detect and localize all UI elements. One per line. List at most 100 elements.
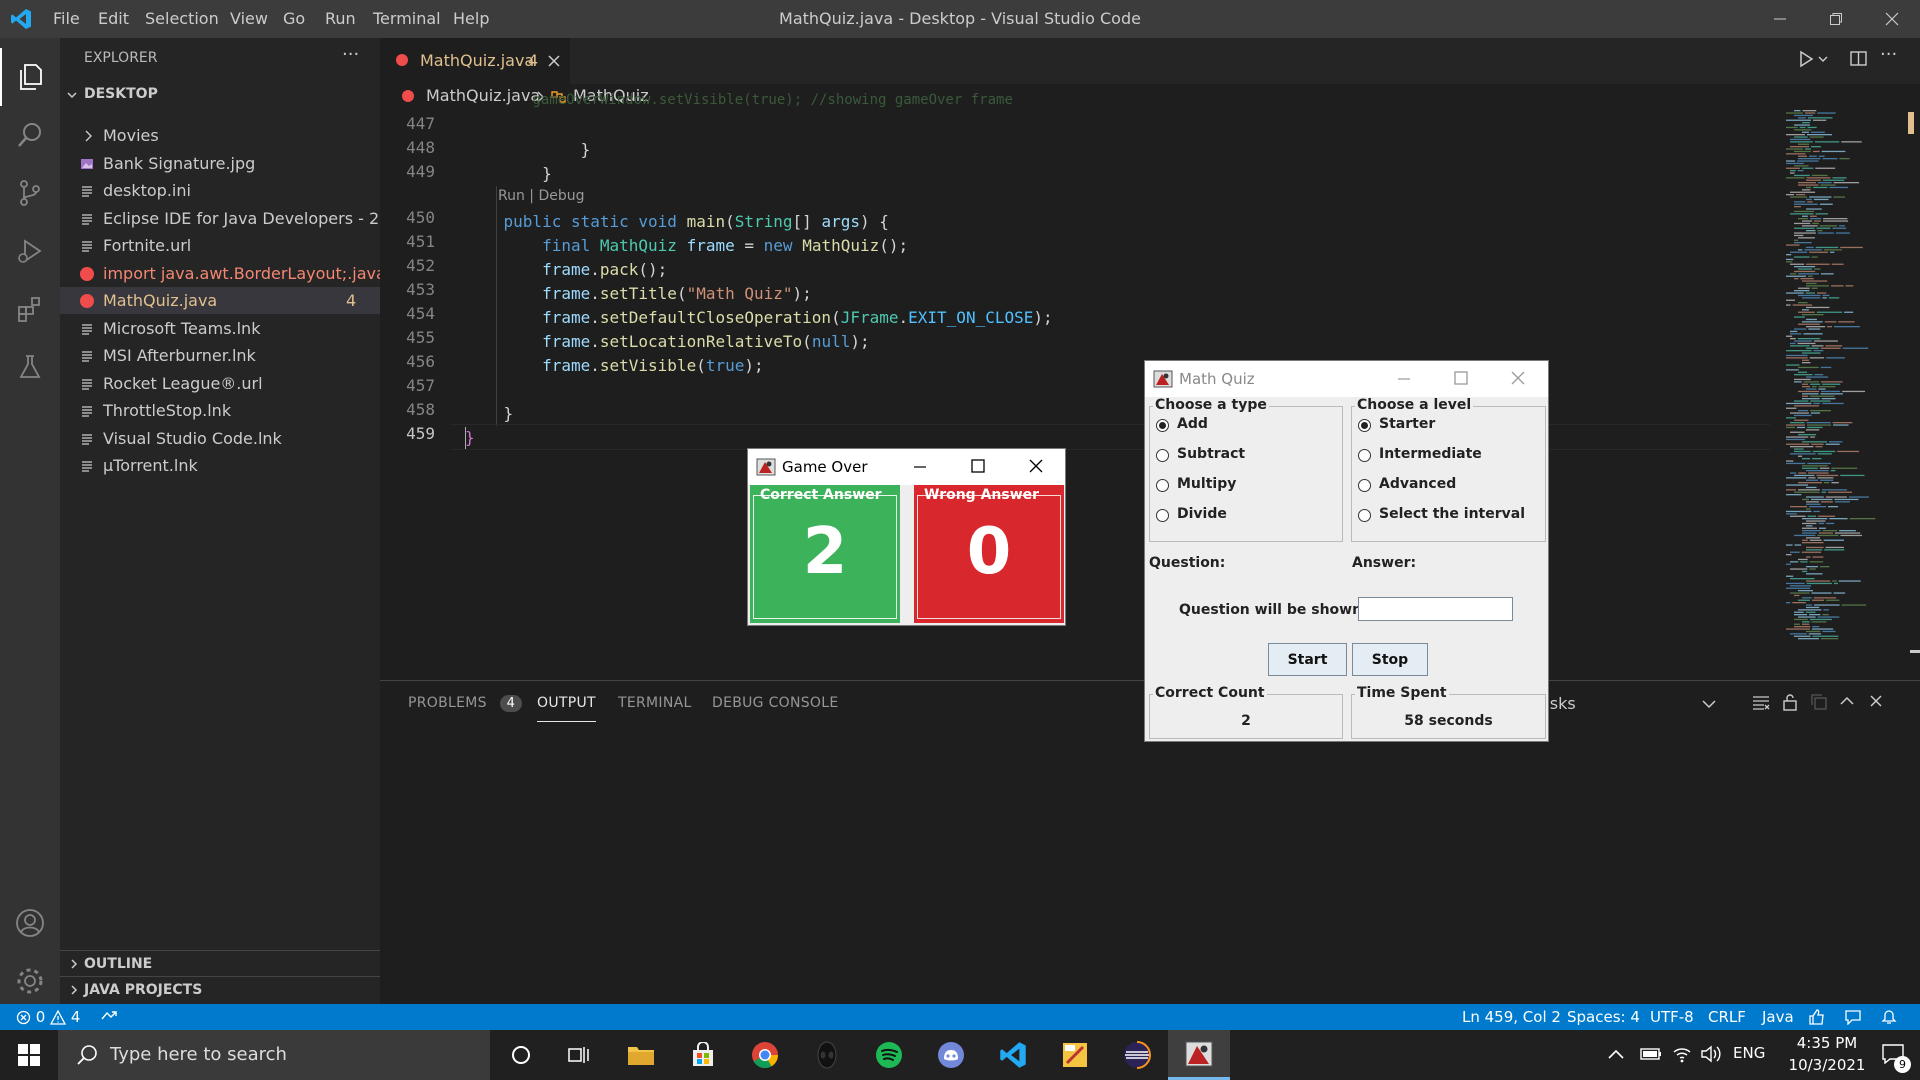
alienware-icon[interactable] [796, 1030, 858, 1080]
file-item[interactable]: Microsoft Teams.lnk [60, 315, 380, 342]
search-icon[interactable] [0, 106, 60, 164]
vscode-taskbar-icon[interactable] [982, 1030, 1044, 1080]
java-projects-section[interactable]: JAVA PROJECTS [60, 976, 380, 1002]
tab-output[interactable]: OUTPUT [537, 695, 596, 722]
maximize-icon[interactable] [1454, 371, 1468, 385]
type-radio[interactable] [1156, 479, 1169, 492]
stop-button[interactable]: Stop [1352, 643, 1428, 676]
lock-icon[interactable] [1782, 693, 1798, 711]
file-item[interactable]: µTorrent.lnk [60, 452, 380, 479]
level-radio[interactable] [1358, 449, 1371, 462]
vscode-logo-icon[interactable] [10, 8, 32, 30]
type-option-label[interactable]: Divide [1177, 506, 1227, 522]
tab-problems[interactable]: PROBLEMS 4 [408, 695, 523, 725]
live-share-icon[interactable] [100, 1009, 118, 1025]
level-radio[interactable] [1358, 479, 1371, 492]
close-panel-icon[interactable] [1870, 695, 1882, 707]
file-item[interactable]: Eclipse IDE for Java Developers - 202... [60, 205, 380, 232]
notifications-bell-icon[interactable] [1880, 1009, 1898, 1025]
maximize-icon[interactable] [971, 459, 985, 473]
sticky-app-icon[interactable] [1044, 1030, 1106, 1080]
start-button[interactable]: Start [1268, 643, 1347, 676]
restore-button[interactable] [1808, 0, 1864, 38]
battery-icon[interactable] [1640, 1046, 1662, 1062]
level-option-label[interactable]: Starter [1379, 416, 1435, 432]
close-tab-icon[interactable] [548, 55, 560, 67]
cortana-icon[interactable] [490, 1030, 552, 1080]
run-debug-icon[interactable] [0, 222, 60, 280]
encoding-status[interactable]: UTF-8 [1650, 1004, 1694, 1030]
type-option-label[interactable]: Subtract [1177, 446, 1245, 462]
type-option-label[interactable]: Multipy [1177, 476, 1236, 492]
notification-center-button[interactable]: 9 [1870, 1030, 1920, 1080]
minimap[interactable] [1780, 110, 1920, 680]
maximize-panel-icon[interactable] [1840, 695, 1854, 707]
eol-status[interactable]: CRLF [1708, 1004, 1746, 1030]
menu-help[interactable]: Help [445, 0, 497, 38]
file-item[interactable]: Rocket League®.url [60, 370, 380, 397]
file-item[interactable]: Fortnite.url [60, 232, 380, 259]
codelens-run-debug[interactable]: Run | Debug [498, 188, 585, 204]
file-item[interactable]: Bank Signature.jpg [60, 150, 380, 177]
problems-status[interactable]: 0 4 [16, 1004, 80, 1030]
minimize-button[interactable] [1752, 0, 1808, 38]
clock-date[interactable]: 10/3/2021 [1784, 1056, 1870, 1074]
file-item[interactable]: MSI Afterburner.lnk [60, 342, 380, 369]
menu-selection[interactable]: Selection [137, 0, 227, 38]
level-radio[interactable] [1358, 509, 1371, 522]
menu-run[interactable]: Run [317, 0, 364, 38]
menu-edit[interactable]: Edit [90, 0, 137, 38]
clear-output-icon[interactable] [1752, 695, 1770, 711]
close-window-button[interactable] [1864, 0, 1920, 38]
tab-terminal[interactable]: TERMINAL [618, 695, 692, 725]
type-radio[interactable] [1156, 509, 1169, 522]
level-option-label[interactable]: Select the interval [1379, 506, 1525, 522]
indentation-status[interactable]: Spaces: 4 [1567, 1004, 1640, 1030]
testing-icon[interactable] [0, 338, 60, 396]
close-icon[interactable] [1029, 459, 1043, 473]
task-view-icon[interactable] [548, 1030, 610, 1080]
menu-file[interactable]: File [45, 0, 88, 38]
file-item[interactable]: import java.awt.BorderLayout;.java [60, 260, 380, 287]
discord-icon[interactable] [920, 1030, 982, 1080]
answer-input[interactable] [1358, 597, 1513, 621]
file-item[interactable]: ThrottleStop.lnk [60, 397, 380, 424]
file-item[interactable]: Visual Studio Code.lnk [60, 425, 380, 452]
split-editor-icon[interactable] [1850, 50, 1868, 68]
feedback-icon[interactable] [1844, 1009, 1862, 1025]
file-item[interactable]: desktop.ini [60, 177, 380, 204]
type-radio[interactable] [1156, 419, 1169, 432]
java-app-taskbar-icon[interactable] [1168, 1030, 1230, 1080]
level-radio[interactable] [1358, 419, 1371, 432]
minimize-icon[interactable] [1397, 374, 1411, 384]
file-item[interactable]: Movies [60, 122, 380, 149]
wifi-icon[interactable] [1672, 1044, 1692, 1064]
run-dropdown-icon[interactable] [1818, 56, 1828, 64]
input-language[interactable]: ENG [1733, 1044, 1765, 1062]
type-option-label[interactable]: Add [1177, 416, 1208, 432]
minimize-icon[interactable] [913, 462, 927, 472]
outline-section[interactable]: OUTLINE [60, 950, 380, 976]
explorer-icon[interactable] [0, 48, 60, 106]
minimap-slider[interactable] [1910, 650, 1920, 653]
file-item[interactable]: MathQuiz.java 4 [60, 287, 380, 314]
code-editor[interactable]: 447 448 449 450 451 452 453 454 455 456 457 458 459 … [380, 92, 1780, 680]
show-hidden-icons-chevron-icon[interactable] [1608, 1048, 1624, 1060]
taskbar-search[interactable]: Type here to search [58, 1030, 490, 1080]
file-explorer-icon[interactable] [610, 1030, 672, 1080]
settings-gear-icon[interactable] [0, 952, 60, 1010]
level-option-label[interactable]: Intermediate [1379, 446, 1482, 462]
clock-time[interactable]: 4:35 PM [1784, 1034, 1870, 1052]
chrome-icon[interactable] [734, 1030, 796, 1080]
tab-debug-console[interactable]: DEBUG CONSOLE [712, 695, 839, 725]
run-file-icon[interactable] [1798, 50, 1814, 68]
eclipse-icon[interactable] [1106, 1030, 1168, 1080]
close-icon[interactable] [1511, 371, 1525, 385]
menu-go[interactable]: Go [275, 0, 313, 38]
level-option-label[interactable]: Advanced [1379, 476, 1456, 492]
start-button[interactable] [0, 1030, 58, 1080]
thumbs-up-icon[interactable] [1808, 1009, 1826, 1025]
more-actions-button[interactable]: ··· [342, 44, 359, 65]
type-radio[interactable] [1156, 449, 1169, 462]
microsoft-store-icon[interactable] [672, 1030, 734, 1080]
